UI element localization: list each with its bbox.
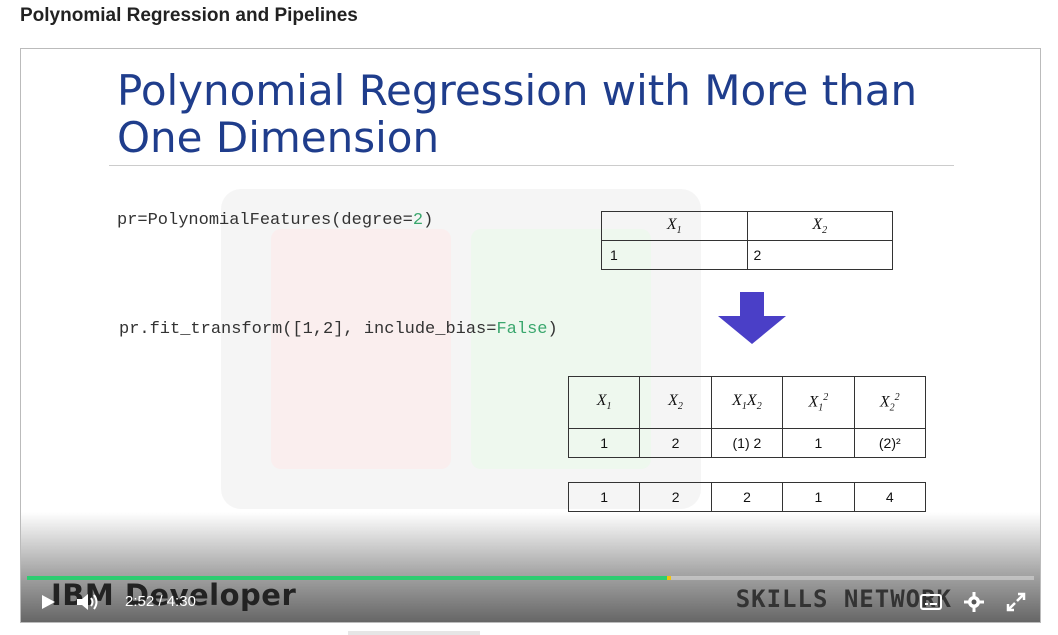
code2-text: pr.fit_transform([1,2], include_bias=: [119, 320, 497, 339]
result-table: 1 2 2 1 4: [567, 482, 927, 512]
code1-text: pr=PolynomialFeatures(degree=: [117, 211, 413, 230]
code-fit-transform: pr.fit_transform([1,2], include_bias=Fal…: [119, 320, 558, 339]
output-table: X1 X2 X1X2 X12 X22 1 2 (1) 2 1 (2)²: [567, 376, 927, 458]
down-arrow-icon: [718, 292, 786, 344]
time-separator: /: [158, 593, 163, 610]
output-header-x1x2: X1X2: [710, 376, 784, 429]
output-expr-cell: (1) 2: [710, 428, 784, 458]
play-icon[interactable]: [39, 593, 57, 611]
input-value-x1: 1: [601, 240, 748, 270]
code-polynomial-features: pr=PolynomialFeatures(degree=2): [117, 211, 433, 230]
input-value-x2: 2: [746, 240, 893, 270]
output-header-x1: X1: [567, 376, 641, 429]
output-header-x1-squared: X12: [782, 376, 855, 429]
output-expr-cell: (2)²: [853, 428, 927, 458]
current-time: 2:52: [125, 593, 155, 610]
duration: 4:30: [166, 593, 196, 610]
captions-icon[interactable]: [920, 594, 942, 610]
fullscreen-icon[interactable]: [1006, 592, 1026, 612]
output-expr-cell: 2: [639, 428, 712, 458]
code1-close: ): [423, 211, 434, 230]
progress-played: [27, 576, 668, 580]
below-video-tab[interactable]: [348, 631, 480, 635]
page-title: Polynomial Regression and Pipelines: [20, 5, 358, 26]
input-header-x1: X1: [601, 211, 748, 241]
output-expr-cell: 1: [782, 428, 855, 458]
slide-title-line2: One Dimension: [117, 113, 440, 162]
video-player[interactable]: Polynomial Regression with More than One…: [20, 48, 1041, 623]
time-display: 2:52 / 4:30: [125, 593, 196, 610]
input-header-x2: X2: [746, 211, 893, 241]
volume-icon[interactable]: [76, 593, 100, 611]
output-header-x2-squared: X22: [853, 376, 927, 429]
slide-title: Polynomial Regression with More than One…: [117, 67, 997, 161]
result-cell: 2: [639, 482, 712, 512]
title-divider: [109, 165, 954, 166]
result-cell: 1: [567, 482, 641, 512]
player-controls: IBM Developer SKILLS NETWORK 2:52 / 4:30: [21, 512, 1040, 622]
input-table: X1 X2 1 2: [601, 211, 893, 270]
result-cell: 2: [710, 482, 784, 512]
progress-handle[interactable]: [667, 576, 672, 580]
progress-bar[interactable]: [27, 576, 1034, 580]
code2-include-bias: False: [496, 320, 548, 339]
output-header-x2: X2: [639, 376, 712, 429]
output-expr-cell: 1: [567, 428, 641, 458]
result-cell: 4: [853, 482, 927, 512]
code1-degree: 2: [412, 211, 424, 230]
settings-icon[interactable]: [964, 592, 984, 612]
result-cell: 1: [782, 482, 855, 512]
slide-title-line1: Polynomial Regression with More than: [117, 66, 918, 115]
code2-close: ): [547, 320, 558, 339]
